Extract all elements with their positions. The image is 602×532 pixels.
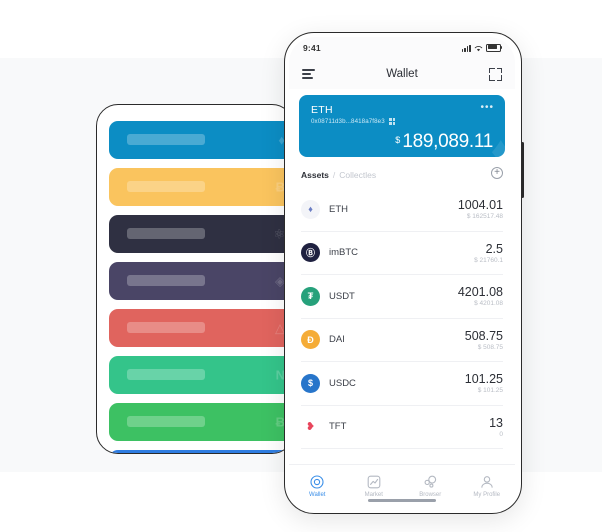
home-indicator [368, 498, 436, 502]
tab-label: Market [364, 491, 383, 498]
status-time: 9:41 [303, 43, 321, 53]
currency-symbol: $ [395, 135, 401, 145]
usdc-token-icon: $ [301, 373, 320, 393]
tft-token-icon: ❥ [301, 417, 320, 437]
assets-tabs-row: Assets / Collectles + [301, 167, 503, 183]
asset-symbol: TFT [329, 421, 347, 433]
skeleton-text-bar [127, 228, 205, 239]
usdt-token-icon: ₮ [301, 286, 320, 306]
wallet-name: ETH [311, 104, 333, 116]
wallet-balance-card[interactable]: ♦ ETH 0x08711d3b...8418a7f8e3 ••• $ 189,… [299, 95, 505, 157]
asset-amount: 4201.08 [457, 285, 503, 300]
wallet-address-row[interactable]: 0x08711d3b...8418a7f8e3 [311, 118, 493, 125]
asset-fiat-value: $ 508.75 [477, 343, 503, 351]
phone-screen: 9:41 Wallet ♦ ETH 0x08711d [289, 37, 515, 507]
imbtc-token-icon: Ⓑ [301, 243, 320, 263]
wallet-balance-row: $ 189,089.11 [395, 132, 493, 151]
tabs-separator: / [332, 170, 336, 180]
tab-assets[interactable]: Assets [301, 170, 329, 180]
tab-collectibles[interactable]: Collectles [339, 170, 376, 180]
asset-symbol: imBTC [329, 247, 359, 259]
profile-tab-icon [481, 475, 493, 488]
wallet-address: 0x08711d3b...8418a7f8e3 [311, 118, 385, 125]
wifi-icon [474, 45, 483, 51]
wallet-balance-value: 189,089.11 [402, 131, 493, 152]
asset-amount: 2.5 [485, 241, 503, 256]
asset-values: 508.75 $ 508.75 [465, 329, 503, 351]
asset-row[interactable]: Đ DAI 508.75 $ 508.75 [301, 319, 503, 362]
qr-code-icon[interactable] [388, 118, 396, 125]
skeleton-text-bar [127, 322, 205, 333]
asset-fiat-value: $ 21760.1 [474, 256, 503, 264]
asset-list: ♦ ETH 1004.01 $ 162517.48 ⒷimBTC 2.5 $ 21760.1… [289, 188, 515, 449]
tab-market[interactable]: Market [346, 475, 403, 498]
asset-amount: 508.75 [464, 328, 503, 343]
asset-fiat-value: 0 [499, 430, 503, 438]
skeleton-card[interactable]: ♦ [109, 121, 293, 159]
asset-fiat-value: $ 162517.48 [466, 213, 503, 221]
asset-symbol: ETH [329, 203, 348, 215]
tab-label: My Profile [473, 491, 501, 498]
wallet-content: ♦ ETH 0x08711d3b...8418a7f8e3 ••• $ 189,… [289, 89, 515, 464]
eth-token-icon: ♦ [301, 199, 320, 219]
skeleton-text-bar [127, 134, 205, 145]
asset-row[interactable]: ⒷimBTC 2.5 $ 21760.1 [301, 232, 503, 275]
asset-row[interactable]: $ USDC 101.25 $ 101.25 [301, 362, 503, 406]
asset-values: 2.5 $ 21760.1 [474, 242, 503, 264]
skeleton-card[interactable]: △ [109, 309, 293, 347]
asset-values: 101.25 $ 101.25 [465, 372, 503, 394]
tab-label: Wallet [309, 491, 326, 498]
asset-values: 1004.01 $ 162517.48 [458, 198, 503, 220]
status-icons [461, 43, 503, 53]
browser-tab-icon [424, 475, 437, 488]
skeleton-card[interactable]: Ƀ [109, 168, 293, 206]
asset-row[interactable]: ♦ ETH 1004.01 $ 162517.48 [301, 188, 503, 232]
skeleton-text-bar [127, 416, 205, 427]
wallet-tab-icon [310, 474, 324, 489]
battery-icon [486, 43, 503, 53]
asset-values: 4201.08 $ 4201.08 [458, 285, 503, 307]
asset-row[interactable]: ₮ USDT 4201.08 $ 4201.08 [301, 275, 503, 319]
more-options-icon[interactable]: ••• [480, 103, 494, 113]
status-bar: 9:41 [289, 37, 515, 59]
asset-row[interactable]: ❥ TFT 13 0 [301, 406, 503, 449]
asset-amount: 1004.01 [457, 198, 503, 213]
skeleton-card[interactable]: ⚛ [109, 215, 293, 253]
asset-symbol: USDT [329, 290, 355, 302]
skeleton-card[interactable]: Ƀ [109, 403, 293, 441]
tab-label: Browser [419, 491, 442, 498]
dai-token-icon: Đ [301, 330, 320, 350]
back-phone-device: ♦Ƀ⚛◈△NɃŁ [96, 104, 294, 454]
asset-amount: 101.25 [464, 372, 503, 387]
asset-fiat-value: $ 101.25 [477, 387, 503, 395]
tab-browser[interactable]: Browser [402, 475, 459, 498]
asset-amount: 13 [489, 415, 503, 430]
asset-symbol: USDC [329, 377, 356, 389]
skeleton-card[interactable]: N [109, 356, 293, 394]
skeleton-card[interactable]: Ł [109, 450, 293, 453]
skeleton-text-bar [127, 181, 205, 192]
add-asset-button[interactable]: + [491, 167, 503, 179]
skeleton-card-list: ♦Ƀ⚛◈△NɃŁ [109, 121, 293, 453]
signal-bars-icon [461, 44, 471, 52]
asset-symbol: DAI [329, 334, 345, 346]
skeleton-card[interactable]: ◈ [109, 262, 293, 300]
tab-my-profile[interactable]: My Profile [459, 475, 516, 498]
page-title: Wallet [386, 68, 418, 80]
asset-values: 13 0 [489, 416, 503, 438]
asset-fiat-value: $ 4201.08 [474, 300, 503, 308]
market-tab-icon [367, 475, 381, 488]
tab-wallet[interactable]: Wallet [289, 474, 346, 498]
nav-bar: Wallet [289, 59, 515, 89]
hamburger-menu-icon[interactable] [302, 69, 315, 79]
skeleton-text-bar [127, 369, 205, 380]
scan-qr-icon[interactable] [489, 67, 502, 81]
skeleton-text-bar [127, 275, 205, 286]
front-phone-device: 9:41 Wallet ♦ ETH 0x08711d [284, 32, 522, 514]
